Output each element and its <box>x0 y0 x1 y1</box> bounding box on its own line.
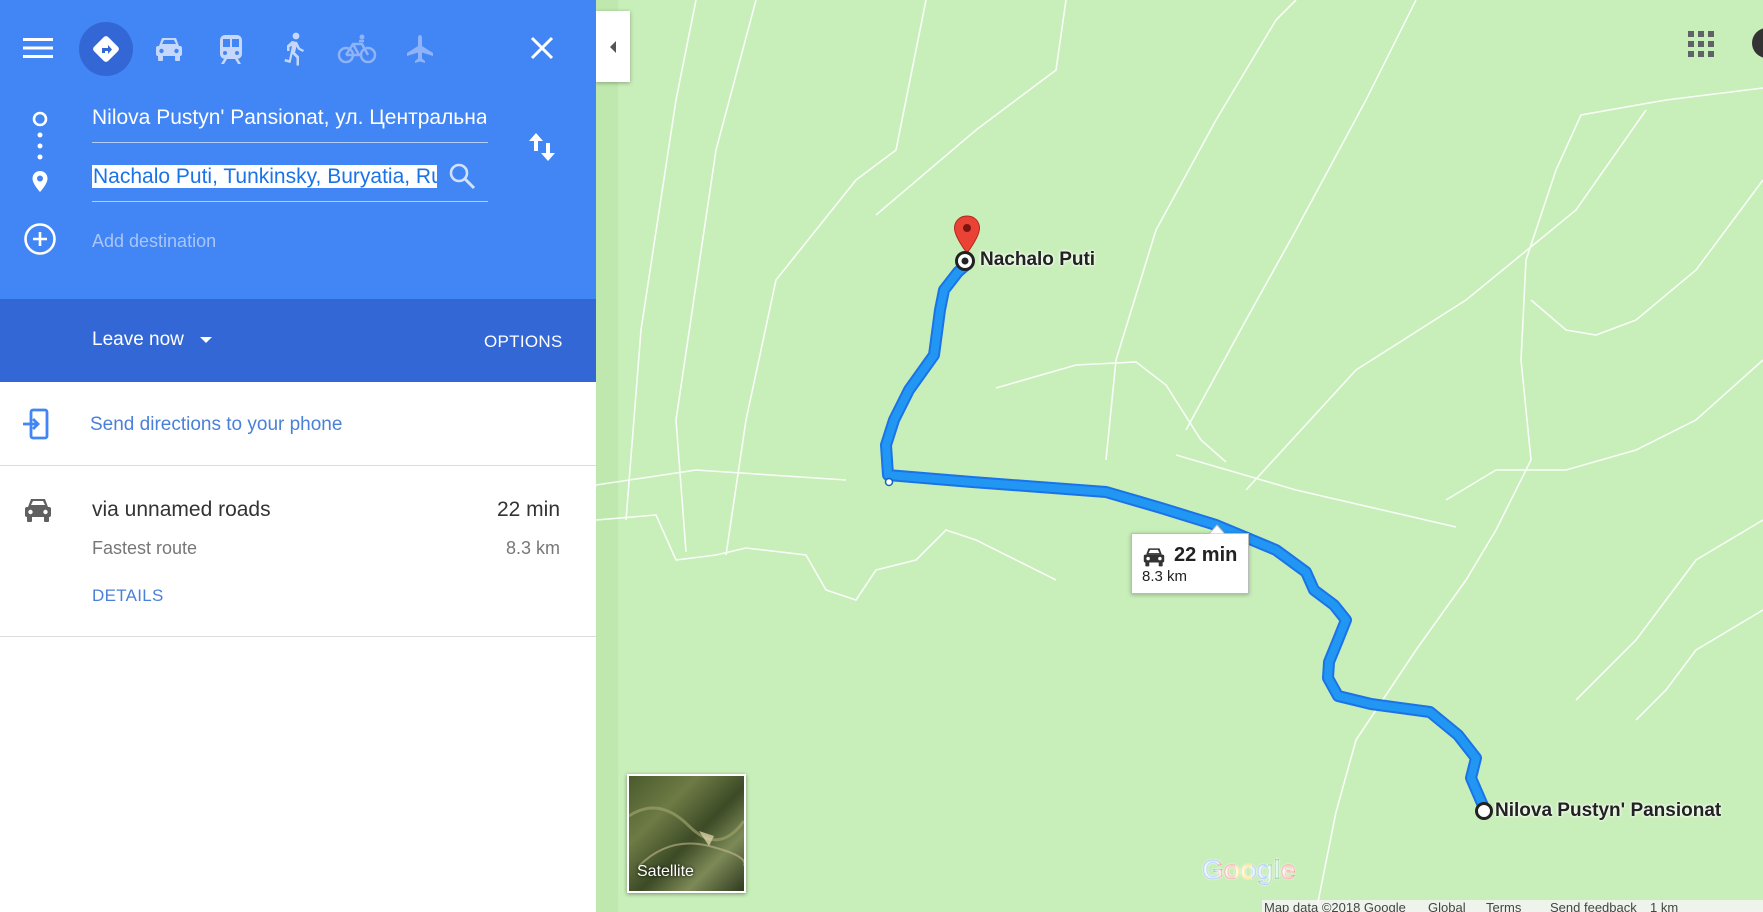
mode-best-route-button[interactable] <box>79 22 133 76</box>
route-distance: 8.3 km <box>505 538 560 558</box>
google-logo-text: Google <box>1202 854 1296 885</box>
apps-grid-icon[interactable] <box>1688 31 1714 57</box>
route-option[interactable]: via unnamed roads 22 min Fastest route 8… <box>0 466 596 636</box>
global-link[interactable]: Global <box>1428 900 1466 912</box>
menu-button[interactable] <box>16 26 60 70</box>
bubble-pointer <box>1209 524 1225 534</box>
car-icon <box>25 499 51 522</box>
swap-origin-destination-button[interactable] <box>520 125 564 169</box>
route-duration: 22 min <box>496 498 560 521</box>
send-to-phone-row[interactable]: Send directions to your phone <box>0 382 596 465</box>
car-icon <box>156 38 182 61</box>
origin-input[interactable]: Nilova Pustyn' Pansionat, ул. Центральна… <box>92 106 486 130</box>
cycling-icon <box>337 34 377 64</box>
destination-field[interactable]: Nachalo Puti, Tunkinsky, Buryatia, Russi… <box>92 151 488 202</box>
route-dots-icon <box>37 132 43 160</box>
mode-driving-button[interactable] <box>142 22 196 76</box>
google-logo: Google <box>1202 854 1296 886</box>
route-via: via unnamed roads <box>92 498 271 521</box>
collapse-panel-button[interactable] <box>596 11 630 82</box>
map-data-attribution: Map data ©2018 Google <box>1264 900 1406 912</box>
send-to-phone-label: Send directions to your phone <box>90 414 343 435</box>
map-roads <box>596 0 1763 912</box>
map-canvas[interactable]: Nachalo Puti Nilova Pustyn' Pansionat 22… <box>596 0 1763 912</box>
menu-icon <box>23 38 53 58</box>
destination-input-text[interactable]: Nachalo Puti, Tunkinsky, Buryatia, Russi… <box>92 165 437 188</box>
close-directions-button[interactable] <box>520 26 564 70</box>
send-feedback-link[interactable]: Send feedback <box>1550 900 1637 912</box>
options-button[interactable]: OPTIONS <box>484 332 563 352</box>
airplane-icon <box>407 35 433 63</box>
destination-marker-icon[interactable] <box>953 215 981 255</box>
transit-icon <box>220 35 242 64</box>
directions-header: Nilova Pustyn' Pansionat, ул. Центральна… <box>0 0 596 299</box>
car-icon <box>1143 548 1165 567</box>
scale-label: 1 km <box>1650 900 1679 912</box>
send-to-phone-icon <box>23 408 49 440</box>
swap-icon <box>529 133 555 161</box>
leave-time-bar: Leave now OPTIONS <box>0 299 596 382</box>
add-destination-input[interactable]: Add destination <box>92 231 216 252</box>
chevron-left-icon <box>610 40 616 53</box>
destination-pin-icon <box>32 171 48 192</box>
destination-input[interactable]: Nachalo Puti, Tunkinsky, Buryatia, Russi… <box>92 165 437 189</box>
add-destination-icon[interactable] <box>23 222 57 256</box>
mode-transit-button[interactable] <box>204 22 258 76</box>
origin-marker-icon[interactable] <box>1474 801 1494 821</box>
origin-map-label: Nilova Pustyn' Pansionat <box>1495 800 1722 821</box>
divider <box>0 636 596 637</box>
search-icon[interactable] <box>448 162 476 190</box>
route-subtitle: Fastest route <box>92 538 198 558</box>
mode-flights-button[interactable] <box>393 22 447 76</box>
destination-target-icon <box>955 251 975 271</box>
waypoint-dot <box>884 477 894 487</box>
origin-field[interactable]: Nilova Pustyn' Pansionat, ул. Центральна… <box>92 92 488 143</box>
bubble-distance: 8.3 km <box>1142 568 1188 585</box>
route-info-bubble[interactable]: 22 min 8.3 km <box>1131 533 1249 594</box>
leave-now-dropdown[interactable]: Leave now <box>92 329 213 351</box>
satellite-toggle[interactable]: Satellite <box>627 774 746 893</box>
chevron-down-icon <box>200 336 213 343</box>
walking-icon <box>284 32 304 66</box>
origin-dot-icon <box>32 111 48 127</box>
details-link[interactable]: DETAILS <box>92 586 164 606</box>
mode-walking-button[interactable] <box>267 22 321 76</box>
leave-now-label: Leave now <box>92 329 184 350</box>
destination-map-label: Nachalo Puti <box>980 249 1096 270</box>
map-footer: Map data ©2018 Google Global Terms Send … <box>1262 900 1763 912</box>
bubble-duration: 22 min <box>1174 544 1238 566</box>
close-icon <box>530 36 554 60</box>
satellite-label: Satellite <box>637 863 694 880</box>
directions-icon <box>93 36 119 62</box>
mode-cycling-button[interactable] <box>330 22 384 76</box>
directions-panel: Nilova Pustyn' Pansionat, ул. Центральна… <box>0 0 596 912</box>
terms-link[interactable]: Terms <box>1486 900 1521 912</box>
